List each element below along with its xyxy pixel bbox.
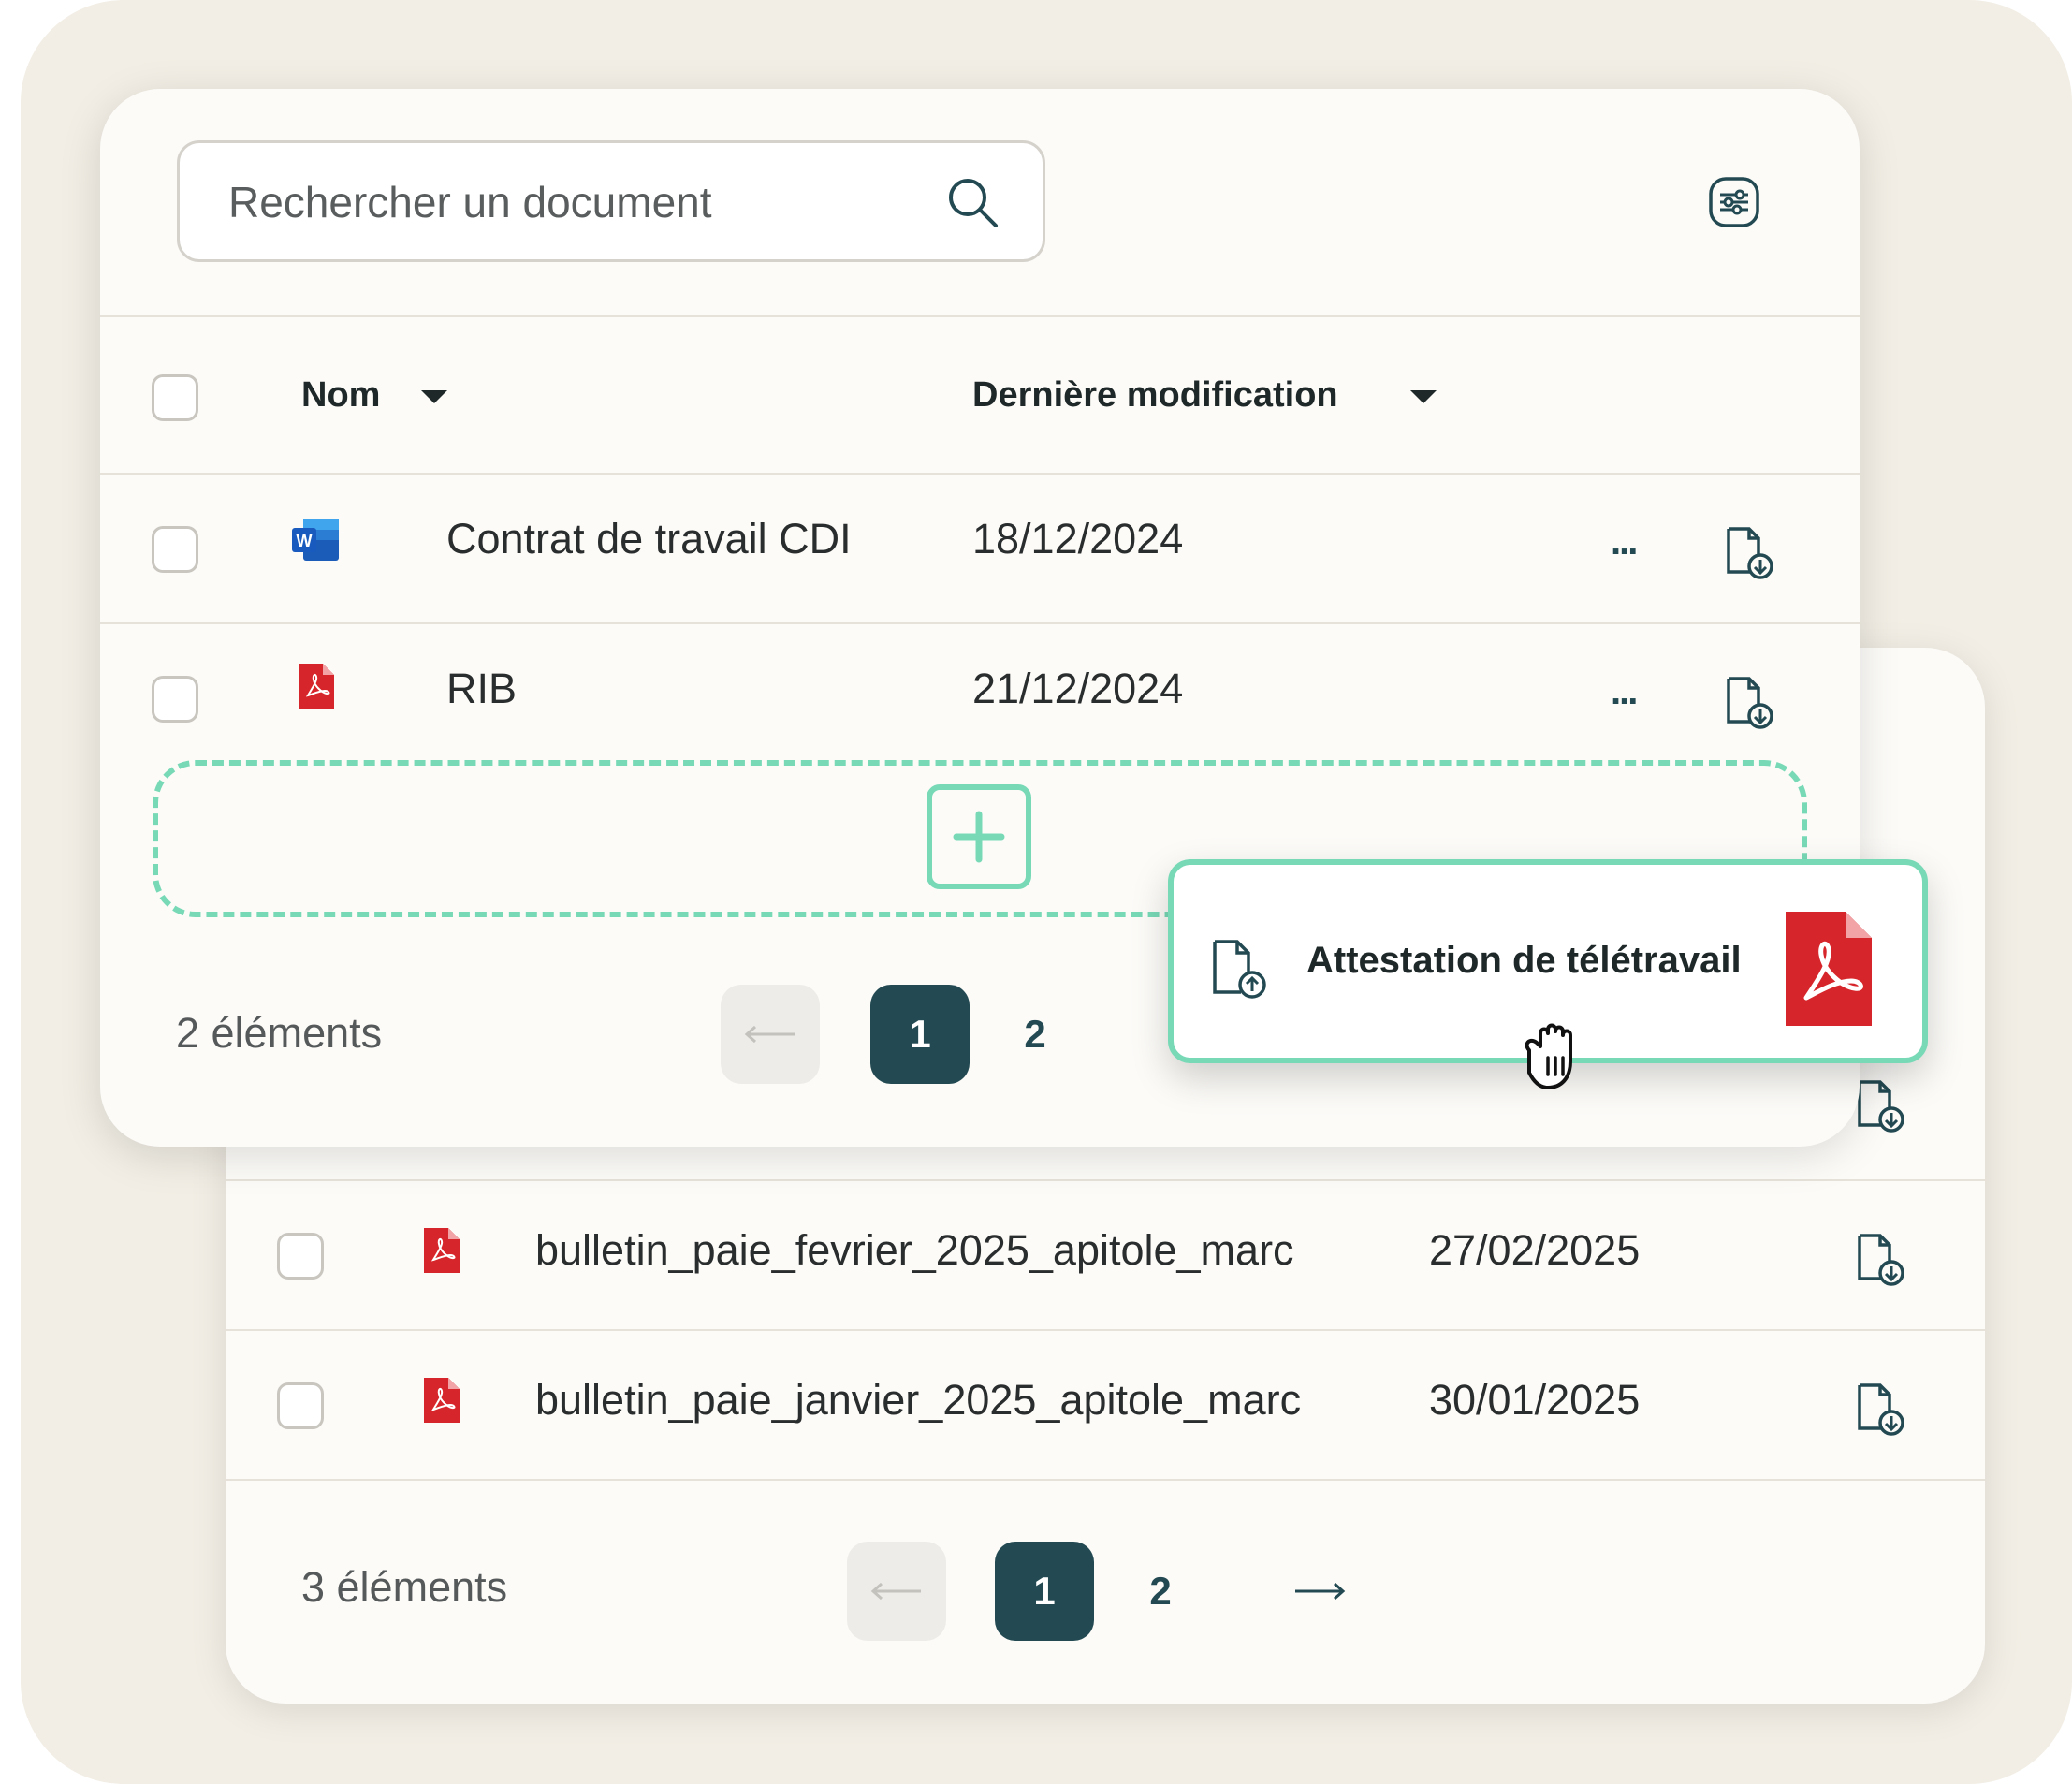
column-header-modified[interactable]: Dernière modification bbox=[972, 375, 1338, 416]
sort-caret-icon[interactable] bbox=[421, 390, 447, 403]
file-date: 27/02/2025 bbox=[1429, 1226, 1641, 1274]
grab-hand-icon bbox=[1525, 1023, 1572, 1089]
plus-icon bbox=[953, 811, 1005, 863]
add-file-button[interactable] bbox=[927, 784, 1031, 889]
file-date: 18/12/2024 bbox=[972, 515, 1184, 563]
svg-text:W: W bbox=[297, 532, 313, 550]
row-divider bbox=[100, 473, 1860, 475]
download-file-icon[interactable] bbox=[1856, 1232, 1908, 1286]
header-divider bbox=[100, 315, 1860, 317]
filter-sliders-icon[interactable] bbox=[1708, 176, 1760, 228]
search-input[interactable]: Rechercher un document bbox=[177, 140, 1045, 262]
dragged-file-name: Attestation de télétravail bbox=[1306, 940, 1742, 981]
more-options-button[interactable]: ... bbox=[1611, 671, 1638, 713]
column-header-name[interactable]: Nom bbox=[301, 375, 380, 416]
file-date: 30/01/2025 bbox=[1429, 1376, 1641, 1424]
arrow-right-icon bbox=[1295, 1582, 1346, 1601]
pdf-file-icon bbox=[424, 1378, 460, 1423]
row-checkbox[interactable] bbox=[152, 676, 198, 723]
pagination-prev-button[interactable] bbox=[847, 1542, 946, 1641]
more-options-button[interactable]: ... bbox=[1611, 521, 1638, 563]
file-name[interactable]: bulletin_paie_janvier_2025_apitole_marc bbox=[535, 1376, 1301, 1425]
pdf-file-icon bbox=[1786, 912, 1872, 1026]
word-file-icon: W bbox=[292, 519, 339, 561]
download-file-icon[interactable] bbox=[1725, 525, 1777, 579]
download-file-icon[interactable] bbox=[1725, 675, 1777, 729]
row-checkbox[interactable] bbox=[277, 1233, 324, 1280]
pdf-file-icon bbox=[299, 664, 334, 709]
row-divider bbox=[226, 1479, 1985, 1481]
item-count: 2 éléments bbox=[176, 1009, 383, 1057]
pdf-file-icon bbox=[424, 1228, 460, 1273]
select-all-checkbox[interactable] bbox=[152, 374, 198, 421]
table-row[interactable]: bulletin_paie_fevrier_2025_apitole_marc … bbox=[226, 1179, 1985, 1329]
pagination-next-button[interactable] bbox=[1282, 1542, 1357, 1641]
pagination-page-2[interactable]: 2 bbox=[1007, 985, 1063, 1084]
table-row[interactable]: bulletin_paie_janvier_2025_apitole_marc … bbox=[226, 1329, 1985, 1479]
upload-file-icon bbox=[1213, 940, 1266, 999]
pagination-page-current[interactable]: 1 bbox=[870, 985, 970, 1084]
pagination-page-2[interactable]: 2 bbox=[1132, 1542, 1189, 1641]
file-name[interactable]: bulletin_paie_fevrier_2025_apitole_marc bbox=[535, 1226, 1294, 1275]
row-checkbox[interactable] bbox=[277, 1382, 324, 1429]
sort-caret-icon[interactable] bbox=[1410, 390, 1437, 403]
download-file-icon[interactable] bbox=[1856, 1382, 1908, 1436]
file-name[interactable]: Contrat de travail CDI bbox=[446, 515, 852, 563]
file-name[interactable]: RIB bbox=[446, 665, 517, 713]
file-date: 21/12/2024 bbox=[972, 665, 1184, 712]
search-placeholder: Rechercher un document bbox=[228, 178, 712, 227]
pagination-page-current[interactable]: 1 bbox=[995, 1542, 1094, 1641]
row-checkbox[interactable] bbox=[152, 526, 198, 573]
arrow-left-icon bbox=[870, 1582, 921, 1601]
arrow-left-icon bbox=[744, 1025, 795, 1044]
pagination-prev-button[interactable] bbox=[721, 985, 820, 1084]
search-icon[interactable] bbox=[945, 175, 1000, 229]
download-file-icon[interactable] bbox=[1856, 1078, 1908, 1133]
row-divider bbox=[100, 622, 1860, 624]
item-count: 3 éléments bbox=[301, 1563, 508, 1611]
